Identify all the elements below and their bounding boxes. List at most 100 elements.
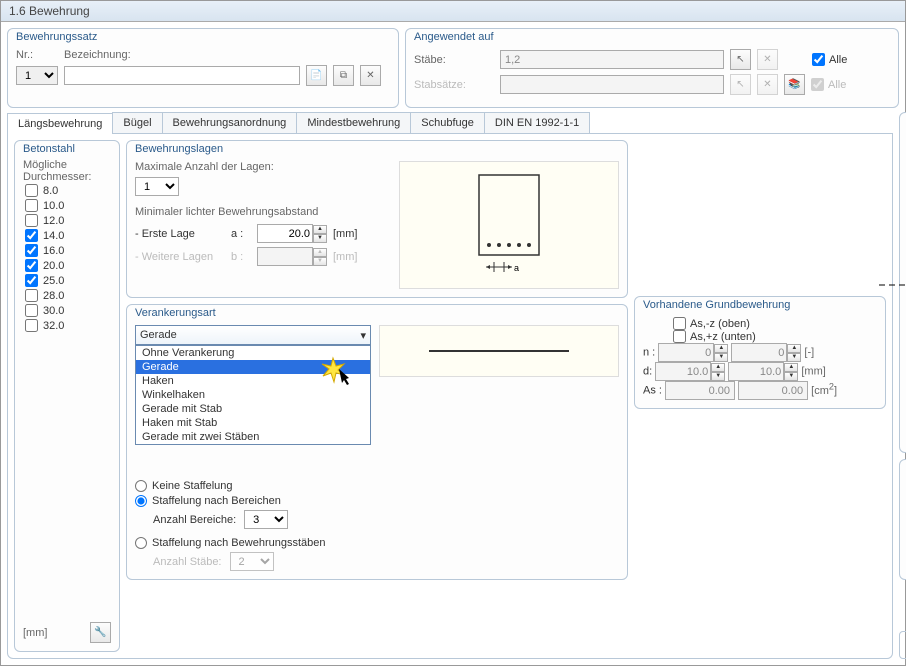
copy-icon[interactable]: ⧉ [333, 65, 354, 86]
n1-input[interactable]: ▲▼ [658, 343, 728, 362]
unit-label: [mm] [333, 251, 357, 263]
anzahl-bereiche-label: Anzahl Bereiche: [153, 514, 236, 526]
group-title: Vorhandene Grundbewehrung [643, 299, 877, 311]
nr-select[interactable]: 1 [16, 66, 58, 85]
as2-input [738, 381, 808, 400]
anzahl-bereiche-select[interactable]: 3 [244, 510, 288, 529]
weitere-lagen-label: - Weitere Lagen [135, 251, 225, 263]
group-lagen: Bewehrungslagen Maximale Anzahl der Lage… [126, 140, 628, 298]
a-input[interactable]: ▲▼ [257, 224, 327, 243]
d2-input[interactable]: ▲▼ [728, 362, 798, 381]
dropdown-item[interactable]: Haken mit Stab [136, 416, 370, 430]
a-label: a : [231, 228, 251, 240]
edit-list-icon[interactable]: 🔧 [90, 622, 111, 643]
diameter-item[interactable]: 28.0 [23, 288, 111, 303]
svg-text:a: a [514, 263, 519, 273]
group-title: Verankerungsart [135, 307, 619, 319]
radio-staffelung-bereiche[interactable]: Staffelung nach Bereichen [135, 495, 619, 507]
erste-lage-label: - Erste Lage [135, 228, 225, 240]
group-verankerung: Verankerungsart Gerade ▾ Ohne Verankerun… [126, 304, 628, 580]
dropdown-item[interactable]: Winkelhaken [136, 388, 370, 402]
diameter-item[interactable]: 12.0 [23, 213, 111, 228]
tab-mindest[interactable]: Mindestbewehrung [296, 112, 411, 133]
staebe-input[interactable] [500, 50, 724, 69]
group-einstellungen: Einstellungen Bewehrungsvorschlag vorneh… [899, 459, 906, 580]
dropdown-item[interactable]: Gerade mit zwei Stäben [136, 430, 370, 444]
stabsaetze-input [500, 75, 724, 94]
group-querschnitt: Querschnitt 1 - Rechteck 250/500 Rechtec… [899, 112, 906, 453]
dropdown-item[interactable]: Ohne Verankerung [136, 346, 370, 360]
radio-keine-staffelung[interactable]: Keine Staffelung [135, 480, 619, 492]
delete-icon[interactable]: ✕ [360, 65, 381, 86]
min-abstand-label: Minimaler lichter Bewehrungsabstand [135, 206, 391, 218]
dropdown-item[interactable]: Gerade mit Stab [136, 402, 370, 416]
tab-laengsbewehrung[interactable]: Längsbewehrung [7, 113, 113, 134]
as1-input [665, 381, 735, 400]
lagen-preview: a [399, 161, 619, 289]
unit-label: [mm] [23, 627, 47, 639]
staebe-label: Stäbe: [414, 54, 494, 66]
group-angewendet: Angewendet auf Stäbe: ↖ ✕ Alle Stabsätze… [405, 28, 899, 108]
dropdown-list[interactable]: Ohne VerankerungGeradeHakenWinkelhakenGe… [135, 345, 371, 445]
dropdown-item[interactable]: Haken [136, 374, 370, 388]
diameter-item[interactable]: 16.0 [23, 243, 111, 258]
n2-input[interactable]: ▲▼ [731, 343, 801, 362]
pick-icon: ↖ [730, 74, 751, 95]
group-bewehrungssatz: Bewehrungssatz Nr.: Bezeichnung: 1 📄 ⧉ ✕ [7, 28, 399, 108]
tab-schubfuge[interactable]: Schubfuge [410, 112, 485, 133]
max-lagen-label: Maximale Anzahl der Lagen: [135, 161, 391, 173]
anzahl-staebe-label: Anzahl Stäbe: [153, 556, 222, 568]
group-title: Bewehrungssatz [16, 31, 390, 43]
clear-icon: ✕ [757, 49, 778, 70]
radio-staffelung-staebe[interactable]: Staffelung nach Bewehrungsstäben [135, 537, 619, 549]
anzahl-staebe-select: 2 [230, 552, 274, 571]
clear-icon: ✕ [757, 74, 778, 95]
diameter-item[interactable]: 20.0 [23, 258, 111, 273]
library-icon[interactable]: 📚 [784, 74, 805, 95]
alle-staebe-check[interactable]: Alle [812, 53, 847, 66]
unit-label: [mm] [333, 228, 357, 240]
diameter-item[interactable]: 32.0 [23, 318, 111, 333]
tab-din[interactable]: DIN EN 1992-1-1 [484, 112, 590, 133]
chevron-down-icon: ▾ [360, 329, 366, 342]
alle-stabsaetze-check: Alle [811, 78, 846, 91]
b-label: b : [231, 251, 251, 263]
diameter-item[interactable]: 14.0 [23, 228, 111, 243]
diameter-item[interactable]: 30.0 [23, 303, 111, 318]
tab-anordnung[interactable]: Bewehrungsanordnung [162, 112, 298, 133]
footer-right: ◧ ◨ [899, 631, 906, 659]
unit-label: [cm2] [811, 385, 837, 397]
nr-label: Nr.: [16, 49, 58, 61]
verankerung-dropdown[interactable]: Gerade ▾ [135, 325, 371, 345]
group-title: Betonstahl [23, 143, 111, 155]
unit-label: [mm] [801, 366, 825, 378]
group-title: Angewendet auf [414, 31, 890, 43]
group-grundbewehrung: Vorhandene Grundbewehrung As,-z (oben) A… [634, 296, 886, 409]
diameter-item[interactable]: 8.0 [23, 183, 111, 198]
stabsaetze-label: Stabsätze: [414, 79, 494, 91]
new-icon[interactable]: 📄 [306, 65, 327, 86]
bezeichnung-label: Bezeichnung: [64, 49, 131, 61]
window-title: 1.6 Bewehrung [1, 1, 905, 22]
diameter-item[interactable]: 25.0 [23, 273, 111, 288]
as-label: As : [643, 385, 662, 397]
n-label: n : [643, 347, 655, 359]
durchmesser-label: Durchmesser: [23, 171, 111, 183]
as-oben-check[interactable]: As,-z (oben) [673, 317, 877, 330]
moegliche-label: Mögliche [23, 159, 111, 171]
diameter-list: 8.010.012.014.016.020.025.028.030.032.0 [23, 183, 111, 403]
diameter-item[interactable]: 10.0 [23, 198, 111, 213]
b-input: ▲▼ [257, 247, 327, 266]
group-title: Bewehrungslagen [135, 143, 619, 155]
group-betonstahl: Betonstahl Mögliche Durchmesser: 8.010.0… [14, 140, 120, 652]
max-lagen-select[interactable]: 1 [135, 177, 179, 196]
bezeichnung-input[interactable] [64, 66, 300, 85]
d1-input[interactable]: ▲▼ [655, 362, 725, 381]
as-unten-check[interactable]: As,+z (unten) [673, 330, 877, 343]
pick-icon[interactable]: ↖ [730, 49, 751, 70]
unit-label: [-] [804, 347, 814, 359]
d-label: d: [643, 366, 652, 378]
tab-buegel[interactable]: Bügel [112, 112, 162, 133]
tabbar: Längsbewehrung Bügel Bewehrungsanordnung… [7, 112, 893, 134]
dropdown-item[interactable]: Gerade [136, 360, 370, 374]
